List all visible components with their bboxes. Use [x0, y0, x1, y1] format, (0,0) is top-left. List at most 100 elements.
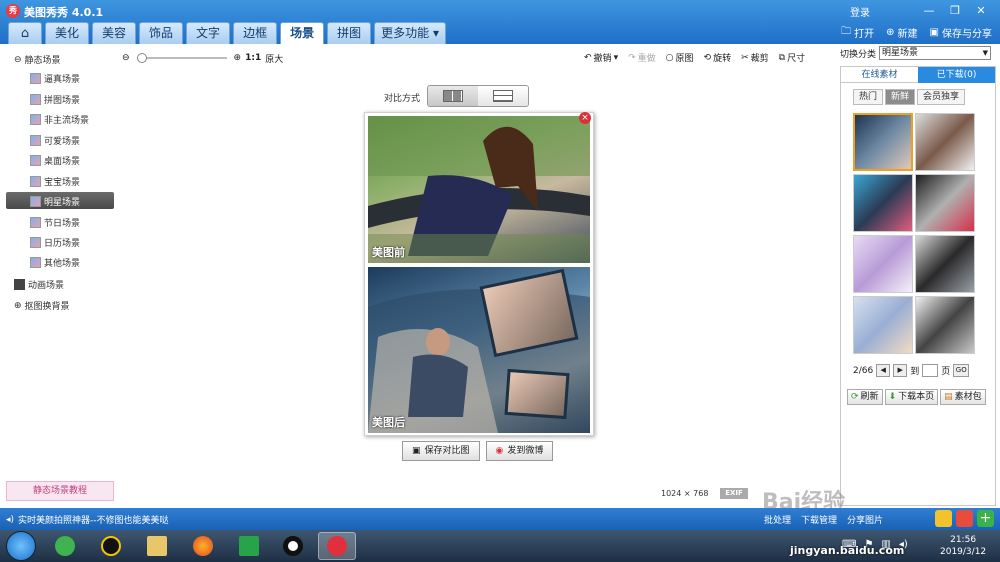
taskbar-app-video[interactable] [230, 532, 268, 560]
sidebar-item-alternative[interactable]: 非主流场景 [30, 111, 89, 127]
crop-label: 裁剪 [750, 54, 769, 64]
plus-icon[interactable]: + [977, 510, 994, 527]
category-select[interactable]: 明星场景 [879, 46, 992, 60]
save-compare-button[interactable]: ▣ 保存对比图 [402, 441, 480, 461]
status-message[interactable]: ◂) 实时美颜拍照神器--不修图也能美美哒 [6, 513, 169, 527]
sidebar-item-celebrity[interactable]: 明星场景 [30, 193, 80, 209]
tab-beautify[interactable]: 美化 [45, 22, 90, 44]
next-page-button[interactable]: ▶ [893, 364, 908, 377]
resize-label: 尺寸 [787, 54, 806, 64]
close-compare-icon[interactable]: × [579, 112, 591, 124]
material-thumbnail[interactable] [853, 174, 913, 232]
sidebar-item-label: 拼图场景 [44, 95, 81, 106]
sidebar-item-desktop[interactable]: 桌面场景 [30, 152, 80, 168]
star-icon[interactable] [935, 510, 952, 527]
tab-scene[interactable]: 场景 [280, 22, 325, 44]
material-pack-button[interactable]: ▤ 素材包 [940, 389, 986, 405]
taskbar-app-recorder[interactable] [274, 532, 312, 560]
post-weibo-button[interactable]: ◉ 发到微博 [485, 441, 554, 461]
material-thumbnail[interactable] [915, 113, 975, 171]
sidebar-group-static[interactable]: ⊖ 静态场景 [14, 53, 61, 67]
save-share-button[interactable]: ▣ 保存与分享 [930, 24, 992, 41]
close-button[interactable]: ✕ [968, 2, 994, 20]
download-page-button[interactable]: ⬇ 下载本页 [884, 389, 939, 405]
filter-vip[interactable]: 会员独享 [917, 89, 966, 105]
new-button[interactable]: ⊕ 新建 [886, 24, 917, 41]
sidebar-item-label: 桌面场景 [44, 156, 81, 167]
restore-button[interactable]: ❐ [942, 2, 968, 20]
minimize-button[interactable]: — [916, 2, 942, 20]
sidebar-item-baby[interactable]: 宝宝场景 [30, 173, 80, 189]
rotate-button[interactable]: ⟲ 旋转 [704, 51, 732, 65]
sidebar-item-cute[interactable]: 可爱场景 [30, 132, 80, 148]
tab-beauty[interactable]: 美容 [92, 22, 137, 44]
static-scene-tutorial-button[interactable]: 静态场景教程 [6, 481, 114, 501]
batch-process-link[interactable]: 批处理 [764, 513, 791, 526]
weibo-icon[interactable] [956, 510, 973, 527]
tab-collage[interactable]: 拼图 [327, 22, 372, 44]
tab-text[interactable]: 文字 [186, 22, 231, 44]
open-button[interactable]: 🗀 打开 [841, 24, 874, 41]
zoom-slider-handle[interactable] [136, 53, 147, 63]
filter-new[interactable]: 新鲜 [885, 89, 916, 105]
compare-side-by-side-option[interactable] [428, 86, 478, 106]
main-tabs: ⌂ 美化 美容 饰品 文字 边框 场景 拼图 更多功能 ▾ [8, 22, 446, 44]
share-images-link[interactable]: 分享图片 [847, 513, 883, 526]
scene-sidebar: ⊖ 静态场景 逼真场景 拼图场景 非主流场景 可爱场景 桌面场景 宝宝场景 明星场… [0, 44, 120, 506]
tab-home[interactable]: ⌂ [8, 22, 42, 44]
material-thumbnail[interactable] [853, 113, 913, 171]
login-link[interactable]: 登录 [850, 4, 870, 19]
material-thumbnail[interactable] [853, 296, 913, 354]
sidebar-group-cutout[interactable]: ⊕ 抠图换背景 [14, 299, 70, 313]
prev-page-button[interactable]: ◀ [876, 364, 891, 377]
material-thumbnail[interactable] [915, 174, 975, 232]
download-manager-link[interactable]: 下载管理 [801, 513, 837, 526]
sidebar-item-label: 日历场景 [44, 238, 81, 249]
taskbar-app-firefox[interactable] [184, 532, 222, 560]
crop-button[interactable]: ✂ 裁剪 [741, 51, 769, 65]
undo-button[interactable]: ↶ 撤销 ▾ [584, 51, 618, 65]
zoom-slider[interactable] [136, 53, 227, 63]
sidebar-item-other[interactable]: 其他场景 [30, 254, 80, 270]
taskbar-app-explorer[interactable] [138, 532, 176, 560]
tab-downloaded[interactable]: 已下载(0) [918, 67, 995, 83]
tab-more-features[interactable]: 更多功能 ▾ [374, 22, 446, 44]
zoom-out-icon[interactable]: ⊖ [122, 53, 130, 63]
taskbar-app-meitu[interactable] [318, 532, 356, 560]
start-button[interactable] [6, 531, 36, 561]
sidebar-item-holiday[interactable]: 节日场景 [30, 214, 80, 230]
tab-accessories[interactable]: 饰品 [139, 22, 184, 44]
sidebar-item-label: 明星场景 [44, 197, 81, 208]
clock-date: 2019/3/12 [940, 547, 987, 557]
system-clock[interactable]: 21:56 2019/3/12 [940, 534, 986, 558]
sidebar-item-realistic[interactable]: 逼真场景 [30, 70, 80, 86]
go-page-button[interactable]: GO [953, 364, 970, 377]
sidebar-item-calendar[interactable]: 日历场景 [30, 234, 80, 250]
plus-circle-icon: ⊕ [886, 27, 895, 38]
page-indicator: 2/66 [853, 365, 874, 376]
material-thumbnail[interactable] [915, 235, 975, 293]
material-thumbnail[interactable] [853, 235, 913, 293]
sidebar-group-animated[interactable]: 动画场景 [14, 278, 64, 291]
sidebar-item-collage[interactable]: 拼图场景 [30, 91, 80, 107]
zoom-actual-size-button[interactable]: 1:1 [245, 53, 261, 63]
save-compare-label: 保存对比图 [424, 446, 470, 456]
refresh-button[interactable]: ⟳ 刷新 [847, 389, 883, 405]
tab-border[interactable]: 边框 [233, 22, 278, 44]
taskbar-app-qq[interactable] [92, 532, 130, 560]
tab-online-materials[interactable]: 在线素材 [841, 67, 918, 83]
page-number-input[interactable] [922, 364, 939, 377]
material-thumbnail[interactable] [915, 296, 975, 354]
redo-button[interactable]: ↷ 重做 [628, 51, 656, 65]
filter-hot[interactable]: 热门 [853, 89, 884, 105]
taskbar-app-update[interactable] [46, 532, 84, 560]
status-icons: + [935, 510, 994, 527]
zoom-in-icon[interactable]: ⊕ [234, 53, 242, 63]
original-button[interactable]: ○ 原图 [666, 51, 694, 65]
rotate-label: 旋转 [713, 54, 732, 64]
exif-button[interactable]: EXIF [720, 488, 748, 499]
compare-stacked-option[interactable] [478, 86, 528, 106]
scene-icon [30, 113, 41, 125]
resize-button[interactable]: ⧉ 尺寸 [779, 51, 806, 65]
refresh-app-icon [55, 536, 75, 556]
